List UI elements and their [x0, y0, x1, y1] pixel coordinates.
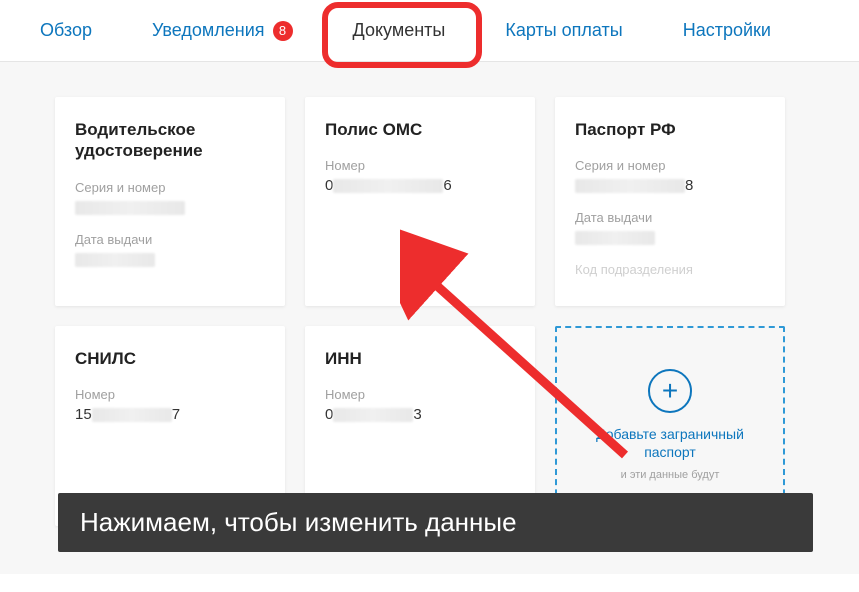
- number-start: 0: [325, 406, 333, 423]
- annotation-caption: Нажимаем, чтобы изменить данные: [58, 493, 813, 552]
- field-value-issue: [75, 251, 265, 268]
- number-end: 7: [172, 406, 180, 423]
- number-start: 15: [75, 406, 92, 423]
- nav-payment-cards[interactable]: Карты оплаты: [505, 20, 622, 41]
- nav-documents-label: Документы: [353, 20, 446, 41]
- field-value-issue: [575, 229, 765, 246]
- card-title: ИНН: [325, 348, 515, 369]
- notifications-badge: 8: [273, 21, 293, 41]
- field-label-dept: Код подразделения: [575, 262, 765, 277]
- field-label-series: Серия и номер: [75, 180, 265, 195]
- card-title: Водительское удостоверение: [75, 119, 265, 162]
- card-driver-license[interactable]: Водительское удостоверение Серия и номер…: [55, 97, 285, 306]
- add-card-subtitle: и эти данные будут: [621, 468, 720, 482]
- card-oms[interactable]: Полис ОМС Номер 06: [305, 97, 535, 306]
- nav-overview-label: Обзор: [40, 20, 92, 41]
- field-label-number: Номер: [325, 387, 515, 402]
- nav-settings-label: Настройки: [683, 20, 771, 41]
- nav-overview[interactable]: Обзор: [40, 20, 92, 41]
- plus-icon: +: [648, 369, 692, 413]
- field-label-series: Серия и номер: [575, 158, 765, 173]
- card-passport-rf[interactable]: Паспорт РФ Серия и номер 8 Дата выдачи К…: [555, 97, 785, 306]
- card-title: Паспорт РФ: [575, 119, 765, 140]
- nav-settings[interactable]: Настройки: [683, 20, 771, 41]
- nav-notifications[interactable]: Уведомления 8: [152, 20, 293, 41]
- field-value-number: 03: [325, 406, 515, 423]
- number-start: 0: [325, 177, 333, 194]
- nav-payment-cards-label: Карты оплаты: [505, 20, 622, 41]
- field-value-series: 8: [575, 177, 765, 194]
- number-end: 3: [413, 406, 421, 423]
- field-label-number: Номер: [75, 387, 265, 402]
- cards-grid: Водительское удостоверение Серия и номер…: [55, 97, 819, 526]
- card-title: СНИЛС: [75, 348, 265, 369]
- field-label-number: Номер: [325, 158, 515, 173]
- top-nav: Обзор Уведомления 8 Документы Карты опла…: [0, 0, 859, 62]
- nav-notifications-label: Уведомления: [152, 20, 265, 41]
- field-label-issue: Дата выдачи: [75, 232, 265, 247]
- series-end: 8: [685, 177, 693, 194]
- field-value-number: 06: [325, 177, 515, 194]
- card-title: Полис ОМС: [325, 119, 515, 140]
- nav-documents[interactable]: Документы: [353, 20, 446, 41]
- field-label-issue: Дата выдачи: [575, 210, 765, 225]
- field-value-number: 15 7: [75, 406, 265, 423]
- field-value-series: [75, 199, 265, 216]
- add-card-title: Добавьте заграничный паспорт: [569, 425, 771, 461]
- caption-text: Нажимаем, чтобы изменить данные: [80, 507, 517, 537]
- number-end: 6: [443, 177, 451, 194]
